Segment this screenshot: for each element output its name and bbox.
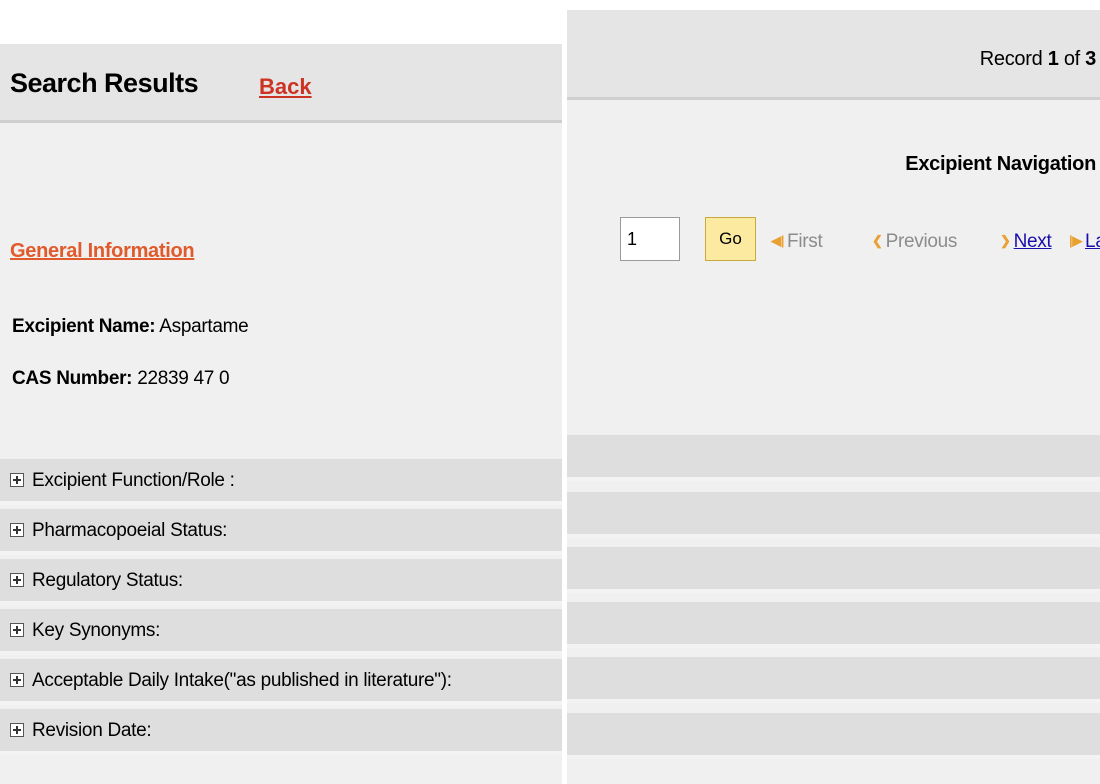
accordion-label: Pharmacopoeial Status: (32, 520, 228, 541)
right-row-band (567, 547, 1100, 593)
accordion-label: Acceptable Daily Intake("as published in… (32, 670, 452, 691)
previous-label: Previous (885, 231, 958, 252)
plus-box-icon[interactable] (10, 623, 24, 637)
accordion-acceptable-daily-intake[interactable]: Acceptable Daily Intake("as published in… (0, 659, 562, 705)
right-row-band (567, 657, 1100, 703)
accordion-regulatory-status[interactable]: Regulatory Status: (0, 559, 562, 605)
first-arrow-icon: ◀| (771, 233, 785, 248)
plus-box-icon[interactable] (10, 673, 24, 687)
plus-box-icon[interactable] (10, 723, 24, 737)
navigation-panel: Record 1 of 3 Excipient Navigation Go ◀|… (567, 10, 1100, 784)
accordion-pharmacopoeial-status[interactable]: Pharmacopoeial Status: (0, 509, 562, 555)
accordion-label: Regulatory Status: (32, 570, 183, 591)
accordion-label: Excipient Function/Role : (32, 470, 235, 491)
first-link: ◀| First (771, 231, 823, 253)
go-button[interactable]: Go (705, 217, 756, 261)
record-of: of (1063, 48, 1080, 70)
plus-box-icon[interactable] (10, 473, 24, 487)
back-link[interactable]: Back (259, 74, 312, 100)
last-link[interactable]: |▶Last (1069, 231, 1100, 253)
right-row-band (567, 435, 1100, 481)
search-results-panel: Search Results Back General Information … (0, 44, 562, 784)
excipient-name-label: Excipient Name: (12, 316, 156, 337)
right-row-band (567, 602, 1100, 648)
excipient-name: Excipient Name: Aspartame (12, 316, 249, 338)
accordion-key-synonyms[interactable]: Key Synonyms: (0, 609, 562, 655)
plus-box-icon[interactable] (10, 523, 24, 537)
plus-box-icon[interactable] (10, 573, 24, 587)
next-label[interactable]: Next (1014, 231, 1052, 252)
record-counter: Record 1 of 3 (979, 48, 1097, 71)
accordion-label: Key Synonyms: (32, 620, 161, 641)
previous-link: ❮ Previous (872, 231, 957, 253)
right-row-band (567, 713, 1100, 759)
record-header: Record 1 of 3 (567, 10, 1100, 100)
last-arrow-icon[interactable]: |▶ (1069, 233, 1082, 248)
cas-number: CAS Number: 22839 47 0 (12, 368, 230, 390)
previous-arrow-icon: ❮ (872, 233, 883, 248)
page-title: Search Results (10, 68, 199, 98)
first-label: First (787, 231, 823, 252)
record-total: 3 (1085, 48, 1096, 70)
accordion-label: Revision Date: (32, 720, 152, 741)
last-label[interactable]: Last (1085, 231, 1100, 252)
search-results-header: Search Results Back (0, 44, 562, 123)
next-arrow-icon[interactable]: ❯ (1000, 233, 1011, 248)
next-link[interactable]: ❯ Next (1000, 231, 1052, 253)
excipient-name-value: Aspartame (159, 316, 249, 337)
cas-number-value: 22839 47 0 (137, 368, 230, 389)
record-prefix: Record (979, 48, 1043, 70)
record-current: 1 (1047, 48, 1059, 70)
right-row-band (567, 492, 1100, 538)
general-information-link[interactable]: General Information (10, 240, 195, 263)
page-number-input[interactable] (620, 217, 680, 261)
accordion-revision-date[interactable]: Revision Date: (0, 709, 562, 755)
cas-number-label: CAS Number: (12, 368, 133, 389)
excipient-navigation-title: Excipient Navigation (905, 153, 1096, 175)
accordion-excipient-function[interactable]: Excipient Function/Role : (0, 459, 562, 505)
